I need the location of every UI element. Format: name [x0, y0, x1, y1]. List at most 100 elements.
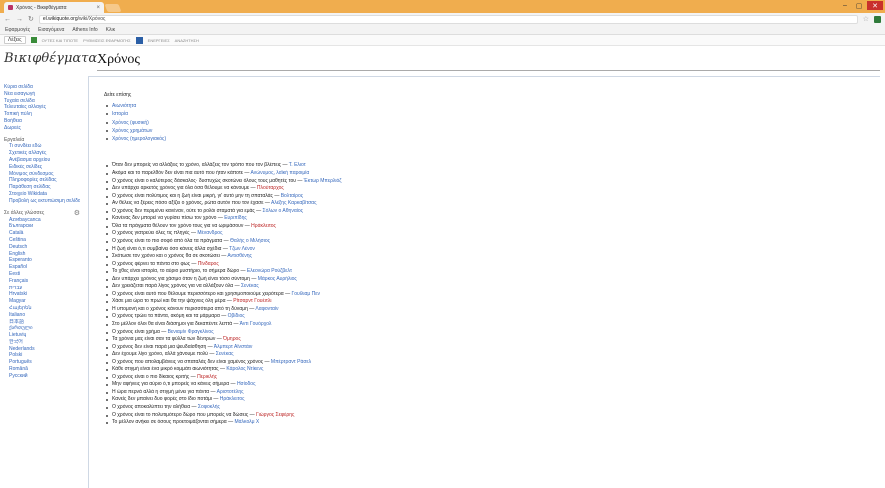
sidebar-tool-link[interactable]: Στοιχείο Wikidata: [9, 191, 80, 198]
quote-author-link[interactable]: Ρίτσαρντ Γουέιτλι: [233, 298, 271, 304]
forward-arrow-icon[interactable]: →: [16, 16, 23, 23]
quote-author-link[interactable]: Περικλής: [197, 374, 217, 380]
sidebar-language-link[interactable]: Magyar: [9, 298, 80, 305]
toolbar-label[interactable]: ΕΝΕΡΓΕΙΕΣ: [148, 38, 170, 43]
sidebar-nav-link[interactable]: Κύρια σελίδα: [4, 84, 80, 91]
quote-author-link[interactable]: Θαλής ο Μιλήσιος: [230, 238, 270, 244]
see-also-link[interactable]: Χρόνος (ημερολογιακός): [104, 135, 874, 143]
sidebar-nav-link[interactable]: Νέα εισαγωγή: [4, 91, 80, 98]
bookmark-item[interactable]: Εισαγόμενα: [38, 27, 64, 33]
toolbar-label[interactable]: ΑΝΑΖΗΤΗΣΗ: [175, 38, 199, 43]
sidebar-language-link[interactable]: Esperanto: [9, 257, 80, 264]
sidebar-language-link[interactable]: Nederlands: [9, 346, 80, 353]
quote-author-link[interactable]: Άντι Γουόρχολ: [240, 321, 272, 327]
sidebar-language-link[interactable]: Հայերեն: [9, 305, 80, 312]
sidebar-language-link[interactable]: Čeština: [9, 237, 80, 244]
sidebar-tool-link[interactable]: Πληροφορίες σελίδας: [9, 177, 80, 184]
quote-author-link[interactable]: Σοφοκλής: [198, 404, 220, 410]
quote-author-link[interactable]: Ανώνυμος, λαϊκή παροιμία: [251, 170, 310, 176]
sidebar-tool-link[interactable]: Ειδικές σελίδες: [9, 164, 80, 171]
lexeis-button[interactable]: Λέξεις: [4, 36, 26, 44]
quote-author-link[interactable]: Αριστοτέλης: [217, 389, 244, 395]
sidebar-tool-link[interactable]: Προβολή ως εκτυπώσιμη σελίδα: [9, 198, 80, 205]
quote-author-link[interactable]: Βενιαμίν Φραγκλίνος: [168, 329, 214, 335]
sidebar-language-link[interactable]: Italiano: [9, 312, 80, 319]
extension-icon[interactable]: [874, 15, 881, 23]
sidebar-language-link[interactable]: Deutsch: [9, 244, 80, 251]
maximize-button[interactable]: ▢: [853, 1, 865, 10]
quote-author-link[interactable]: Ευριπίδης: [224, 215, 247, 221]
sidebar-nav-link[interactable]: Τελευταίες αλλαγές: [4, 104, 80, 111]
sidebar-language-link[interactable]: Español: [9, 264, 80, 271]
sidebar-language-link[interactable]: Azərbaycanca: [9, 217, 80, 224]
bookmark-star-icon[interactable]: ☆: [863, 15, 869, 23]
quote-author-link[interactable]: Ηράκλειτος: [220, 396, 245, 402]
quote-author-link[interactable]: Τ. Ελιοτ: [289, 162, 306, 168]
quote-author-link[interactable]: Κάρολος Ντίκενς: [226, 366, 263, 372]
green-check-icon[interactable]: [30, 37, 37, 43]
quote-author-link[interactable]: Όμηρος: [223, 336, 241, 342]
quote-author-link[interactable]: Γουίλιαμ Πεν: [291, 291, 320, 297]
toolbar-label[interactable]: ΡΥΘΜΙΣΕΙΣ ΕΦΑΡΜΟΓΗΣ: [83, 38, 131, 43]
quote-author-link[interactable]: Πίνδαρος: [198, 261, 219, 267]
quote-author-link[interactable]: Ηράκλειτος: [251, 223, 276, 229]
sidebar-language-link[interactable]: עברית: [9, 285, 80, 292]
bookmark-item[interactable]: Κλικ: [106, 27, 115, 33]
sidebar-tool-link[interactable]: Τι συνδέει εδώ: [9, 143, 80, 150]
sidebar-language-link[interactable]: Română: [9, 366, 80, 373]
sidebar-language-link[interactable]: Eesti: [9, 271, 80, 278]
sidebar-tool-link[interactable]: Ανέβασμα αρχείου: [9, 157, 80, 164]
quote-author-link[interactable]: Μάρκος Αυρήλιος: [258, 276, 297, 282]
quote-author-link[interactable]: Τζων Λένον: [229, 246, 255, 252]
sidebar-nav-link[interactable]: Βοήθεια: [4, 118, 80, 125]
quote-author-link[interactable]: Αλέξης Καρκαβίτσας: [271, 200, 317, 206]
quote-author-link[interactable]: Πλούταρχος: [257, 185, 284, 191]
quote-author-link[interactable]: Αντισθένης: [227, 253, 252, 259]
wiki-logo[interactable]: Βικιφθέγματα: [4, 51, 97, 66]
bookmark-item[interactable]: Εφαρμογές: [5, 27, 30, 33]
minimize-button[interactable]: –: [839, 1, 851, 10]
sidebar-language-link[interactable]: 한국어: [9, 339, 80, 346]
sidebar-tool-link[interactable]: Μόνιμος σύνδεσμος: [9, 171, 80, 178]
sidebar-tool-link[interactable]: Σχετικές αλλαγές: [9, 150, 80, 157]
close-window-button[interactable]: ✕: [867, 1, 883, 10]
see-also-link[interactable]: Αιωνιότητα: [104, 102, 874, 110]
quote-author-link[interactable]: Άλμπερτ Αϊνστάιν: [214, 344, 253, 350]
see-also-link[interactable]: Χρόνος χρημάτων: [104, 127, 874, 135]
quote-author-link[interactable]: Σόλων ο Αθηναίος: [263, 208, 303, 214]
sidebar-tool-link[interactable]: Παράθεση σελίδας: [9, 184, 80, 191]
sidebar-language-link[interactable]: Lietuvių: [9, 332, 80, 339]
quote-author-link[interactable]: Έκτωρ Μπερλιόζ: [304, 178, 342, 184]
sidebar-nav-link[interactable]: Τοπική πύλη: [4, 111, 80, 118]
sidebar-language-link[interactable]: Polski: [9, 352, 80, 359]
sidebar-language-link[interactable]: 日本語: [9, 319, 80, 326]
quote-author-link[interactable]: Βολταίρος: [281, 193, 303, 199]
quote-author-link[interactable]: Ελεονώρα Ρούζβελτ: [247, 268, 292, 274]
sidebar-language-link[interactable]: Català: [9, 230, 80, 237]
sidebar-language-link[interactable]: Български: [9, 223, 80, 230]
quote-author-link[interactable]: Μπέρτραντ Ράσελ: [271, 359, 311, 365]
browser-tab[interactable]: Χρόνος - Βικιφθέγματα ×: [4, 2, 104, 13]
sidebar-nav-link[interactable]: Τυχαία σελίδα: [4, 98, 80, 105]
quote-author-link[interactable]: Γιώργος Σεφέρης: [256, 412, 294, 418]
quote-author-link[interactable]: Οβίδιος: [228, 313, 245, 319]
toolbar-label[interactable]: ΟΥΤΕΣ ΚΑΙ ΤΙΠΟΤΕ: [42, 38, 79, 43]
sidebar-language-link[interactable]: Hrvatski: [9, 291, 80, 298]
gear-icon[interactable]: ⚙: [74, 210, 80, 217]
see-also-link[interactable]: Χρόνος (φυσική): [104, 119, 874, 127]
quote-author-link[interactable]: Μάλκολμ Χ: [234, 419, 259, 425]
sidebar-language-link[interactable]: ქართული: [9, 325, 80, 332]
bookmark-item[interactable]: Athens Info: [72, 27, 97, 33]
blue-square-icon[interactable]: [135, 36, 143, 44]
see-also-link[interactable]: Ιστορία: [104, 110, 874, 118]
reload-icon[interactable]: ↻: [28, 15, 34, 23]
sidebar-nav-link[interactable]: Δωρεές: [4, 125, 80, 132]
url-field[interactable]: el.wikiquote.org/wiki/Χρόνος: [38, 14, 858, 24]
quote-author-link[interactable]: Λαφονταίν: [255, 306, 278, 312]
new-tab-button[interactable]: [104, 4, 122, 12]
back-arrow-icon[interactable]: ←: [4, 16, 11, 23]
sidebar-language-link[interactable]: Français: [9, 278, 80, 285]
sidebar-language-link[interactable]: English: [9, 251, 80, 258]
quote-author-link[interactable]: Μένανδρος: [197, 230, 222, 236]
quote-author-link[interactable]: Σενέκας: [241, 283, 259, 289]
